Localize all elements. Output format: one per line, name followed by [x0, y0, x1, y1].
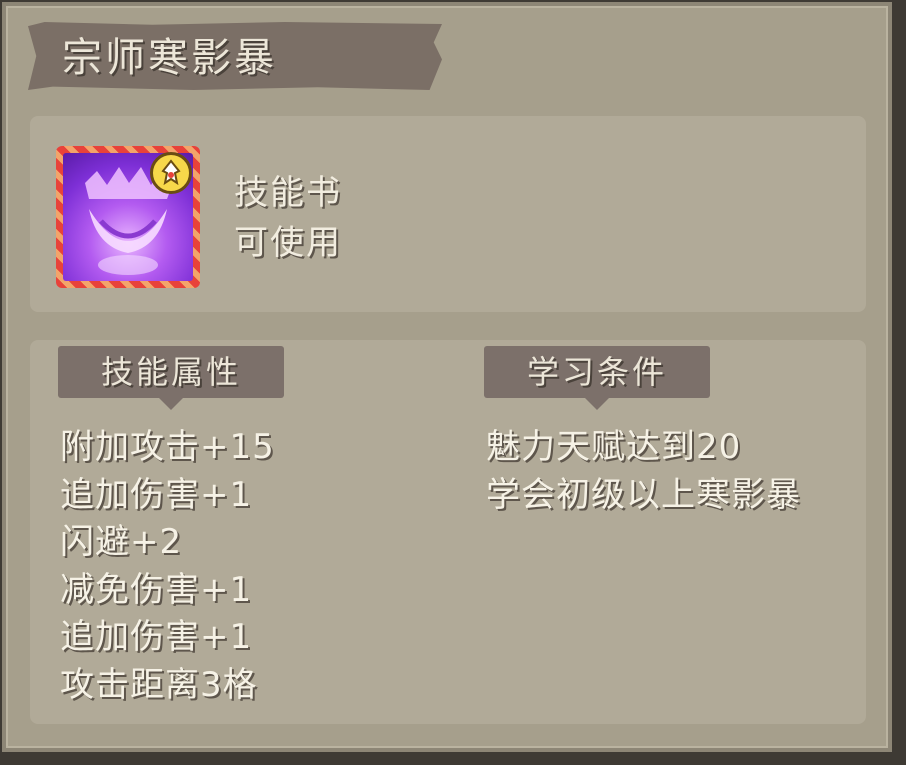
attributes-header: 技能属性	[58, 346, 284, 410]
attribute-item: 附加攻击+15	[60, 427, 275, 467]
attribute-item: 攻击距离3格	[60, 664, 258, 705]
attributes-list: 附加攻击+15 追加伤害+1 闪避+2 减免伤害+1 追加伤害+1 攻击距离3格	[60, 424, 440, 709]
requirement-item: 魅力天赋达到20	[486, 427, 742, 467]
item-status: 可使用	[234, 223, 342, 263]
attribute-item: 追加伤害+1	[60, 474, 253, 515]
requirements-header: 学习条件	[484, 346, 710, 410]
requirements-list: 魅力天赋达到20 学会初级以上寒影暴	[486, 424, 826, 519]
attribute-item: 闪避+2	[60, 522, 183, 562]
attribute-item: 减免伤害+1	[60, 569, 253, 610]
item-type: 技能书	[234, 173, 342, 213]
attribute-item: 追加伤害+1	[60, 617, 253, 657]
flame-badge-icon	[150, 152, 192, 194]
requirement-item: 学会初级以上寒影暴	[486, 474, 801, 515]
item-info: 技能书 可使用	[234, 168, 342, 268]
skill-title: 宗师寒影暴	[62, 35, 277, 81]
